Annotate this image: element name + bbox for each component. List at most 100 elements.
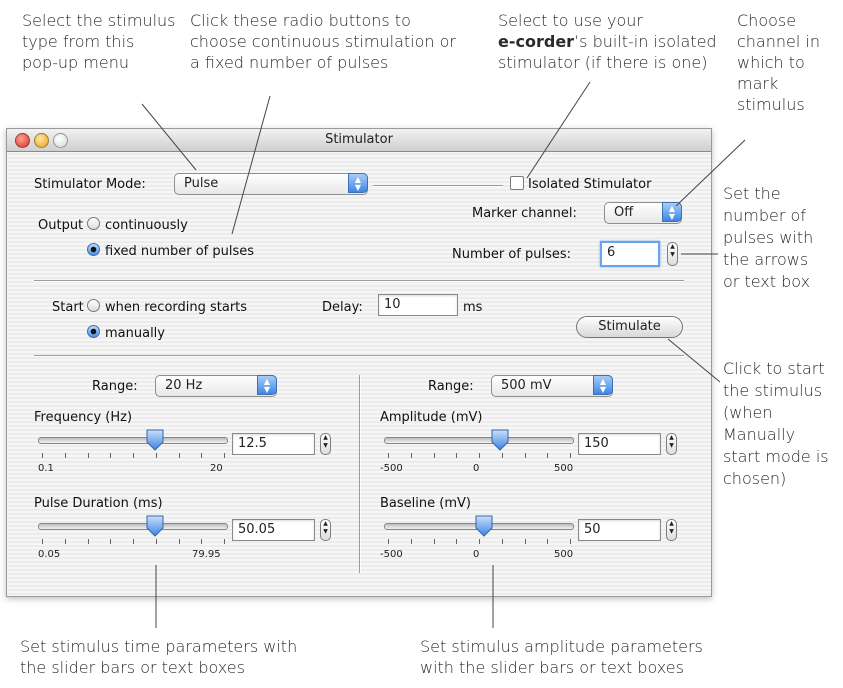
baseline-tick-label: -500 xyxy=(380,549,403,560)
marker-channel-annotation: Choose channel in which to mark stimulus xyxy=(737,10,820,115)
popup-arrows-icon: ▲ ▼ xyxy=(257,375,277,395)
number-of-pulses-annotation: Set the number of pulses with the arrows… xyxy=(723,183,813,293)
time-range-value: 20 Hz xyxy=(165,378,203,393)
frequency-max-label: 20 xyxy=(210,463,223,474)
time-parameters-annotation: Set stimulus time parameters with the sl… xyxy=(20,636,297,678)
marker-channel-popup[interactable]: Off ▲ ▼ xyxy=(604,202,682,224)
time-range-popup[interactable]: 20 Hz ▲ ▼ xyxy=(155,375,277,397)
slider-tick xyxy=(110,453,111,458)
slider-tick xyxy=(479,453,480,458)
amplitude-tick-label: 0 xyxy=(473,463,480,474)
slider-tick xyxy=(201,453,202,458)
slider-tick xyxy=(65,453,66,458)
stimulator-mode-label: Stimulator Mode: xyxy=(34,177,146,192)
start-manually-radio[interactable] xyxy=(87,325,100,338)
title-bar[interactable]: Stimulator xyxy=(7,129,711,152)
baseline-field[interactable]: 50 xyxy=(578,519,661,541)
isolated-stimulator-label: Isolated Stimulator xyxy=(528,177,652,192)
slider-tick xyxy=(411,539,412,544)
baseline-stepper[interactable]: ▲ ▼ xyxy=(666,519,677,541)
annotation-line: a fixed number of pulses xyxy=(190,53,389,72)
brand-name: e-corder xyxy=(498,32,575,51)
stimulus-type-annotation: Select the stimulus type from this pop-u… xyxy=(22,10,176,73)
baseline-slider[interactable] xyxy=(384,515,574,545)
slider-tick xyxy=(525,539,526,544)
annotation-line: chosen) xyxy=(723,469,787,488)
slider-track[interactable] xyxy=(38,523,228,530)
slider-tick xyxy=(388,539,389,544)
slider-tick xyxy=(42,453,43,458)
column-divider xyxy=(359,375,361,573)
frequency-min-label: 0.1 xyxy=(38,463,54,474)
number-of-pulses-field[interactable]: 6 xyxy=(600,241,660,267)
output-continuously-radio[interactable] xyxy=(87,217,100,230)
pulse-duration-max-label: 79.95 xyxy=(192,549,221,560)
annotation-line: e-corder’s built-in isolated xyxy=(498,31,717,52)
isolated-stimulator-checkbox[interactable] xyxy=(510,176,524,190)
slider-tick xyxy=(224,539,225,544)
slider-thumb[interactable] xyxy=(491,429,509,451)
annotation-line: Set stimulus time parameters with xyxy=(20,637,298,656)
slider-tick xyxy=(156,539,157,544)
frequency-slider[interactable] xyxy=(38,429,228,459)
slider-tick xyxy=(525,453,526,458)
slider-tick xyxy=(88,453,89,458)
frequency-stepper[interactable]: ▲ ▼ xyxy=(320,433,331,455)
stimulator-window: Stimulator Stimulator Mode: Pulse ▲ ▼ Iso… xyxy=(6,128,712,597)
annotation-line: stimulus xyxy=(737,95,805,114)
popup-arrows-icon: ▲ ▼ xyxy=(348,173,368,193)
amplitude-parameters-annotation: Set stimulus amplitude parameters with t… xyxy=(420,636,703,678)
amplitude-slider[interactable] xyxy=(384,429,574,459)
popup-arrows-icon: ▲ ▼ xyxy=(662,202,682,222)
slider-tick xyxy=(88,539,89,544)
pulse-duration-field[interactable]: 50.05 xyxy=(232,519,315,541)
start-when-recording-label: when recording starts xyxy=(105,300,248,315)
amplitude-range-popup[interactable]: 500 mV ▲ ▼ xyxy=(491,375,613,397)
amplitude-stepper[interactable]: ▲ ▼ xyxy=(666,433,677,455)
slider-thumb[interactable] xyxy=(475,515,493,537)
annotation-line: (when xyxy=(723,403,773,422)
slider-tick xyxy=(456,453,457,458)
time-range-label: Range: xyxy=(92,379,138,394)
stimulator-mode-value: Pulse xyxy=(184,176,219,191)
annotation-line: with the slider bars or text boxes xyxy=(420,658,684,677)
stimulator-mode-popup[interactable]: Pulse ▲ ▼ xyxy=(174,173,368,195)
pulse-duration-slider[interactable] xyxy=(38,515,228,545)
start-when-recording-radio[interactable] xyxy=(87,299,100,312)
annotation-text: ’s built-in isolated xyxy=(574,32,717,51)
amplitude-field[interactable]: 150 xyxy=(578,433,661,455)
annotation-line: type from this xyxy=(22,32,135,51)
slider-tick xyxy=(570,539,571,544)
number-of-pulses-stepper[interactable]: ▲ ▼ xyxy=(667,242,678,266)
slider-tick xyxy=(547,453,548,458)
amplitude-range-value: 500 mV xyxy=(501,378,552,393)
baseline-tick-label: 500 xyxy=(554,549,574,560)
delay-field[interactable]: 10 xyxy=(378,294,458,316)
pulse-duration-label: Pulse Duration (ms) xyxy=(34,496,163,511)
slider-tick xyxy=(65,539,66,544)
annotation-line: number of xyxy=(723,206,806,225)
output-fixed-pulses-radio[interactable] xyxy=(87,243,100,256)
stimulate-button[interactable]: Stimulate xyxy=(576,316,683,338)
slider-tick xyxy=(479,539,480,544)
section-divider xyxy=(34,280,684,282)
annotation-line: or text box xyxy=(723,272,811,291)
slider-tick xyxy=(42,539,43,544)
slider-tick xyxy=(388,453,389,458)
stimulate-annotation: Click to start the stimulus (when Manual… xyxy=(723,358,829,490)
slider-thumb[interactable] xyxy=(146,515,164,537)
annotation-line: Manually xyxy=(723,425,796,444)
pulse-duration-stepper[interactable]: ▲ ▼ xyxy=(320,519,331,541)
popup-arrows-icon: ▲ ▼ xyxy=(593,375,613,395)
slider-thumb[interactable] xyxy=(146,429,164,451)
amplitude-tick-label: 500 xyxy=(554,463,574,474)
slider-track[interactable] xyxy=(384,437,574,444)
delay-label: Delay: xyxy=(322,300,363,315)
annotation-line: choose continuous stimulation or xyxy=(190,32,456,51)
marker-channel-label: Marker channel: xyxy=(472,206,577,221)
amplitude-range-label: Range: xyxy=(428,379,474,394)
annotation-line: Select to use your xyxy=(498,11,643,30)
frequency-field[interactable]: 12.5 xyxy=(232,433,315,455)
slider-tick xyxy=(110,539,111,544)
slider-track[interactable] xyxy=(38,437,228,444)
